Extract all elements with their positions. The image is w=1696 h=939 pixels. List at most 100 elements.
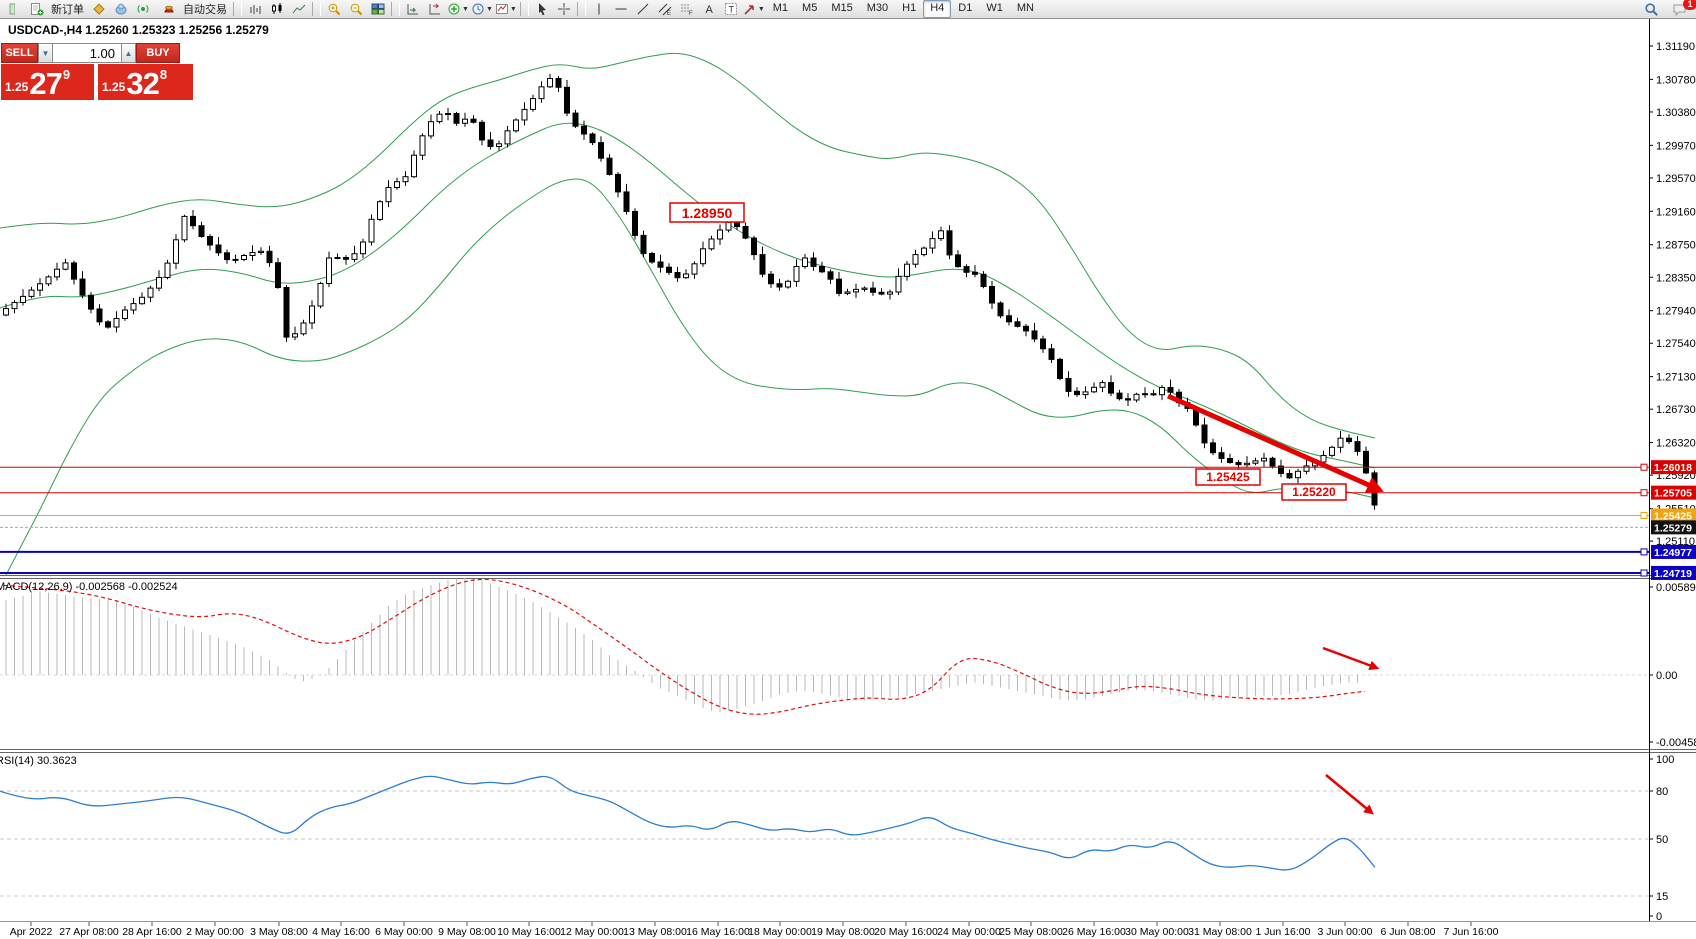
notifications-icon[interactable]: 1 <box>1668 1 1690 17</box>
autotrading-button[interactable]: 自动交易 <box>154 1 231 17</box>
price-axis-tick: 1.29570 <box>1656 173 1696 185</box>
rsi-axis-tick: 0 <box>1656 911 1662 923</box>
svg-text:T: T <box>728 5 734 15</box>
dropdown-caret-icon: ▼ <box>486 6 493 13</box>
price-annotation-label: 1.25425 <box>1206 470 1250 484</box>
line-anchor-handle[interactable] <box>1641 513 1647 519</box>
new-order-button-label: 新订单 <box>51 1 84 17</box>
text-label-icon[interactable]: T <box>720 1 742 17</box>
crosshair-icon[interactable] <box>553 1 575 17</box>
volume-up-button[interactable]: ▲ <box>121 43 136 63</box>
metaeditor-icon[interactable] <box>88 1 110 17</box>
timeframe-button-m5[interactable]: M5 <box>795 0 824 18</box>
line-anchor-handle[interactable] <box>1641 549 1647 555</box>
zoom-in-icon[interactable] <box>323 1 345 17</box>
chart-shift-icon[interactable] <box>424 1 446 17</box>
price-axis-tick: 1.28750 <box>1656 240 1696 252</box>
time-axis-label: 28 Apr 16:00 <box>122 926 182 938</box>
bar-chart-icon[interactable] <box>244 1 266 17</box>
community-icon[interactable] <box>110 1 132 17</box>
timeframe-button-h1[interactable]: H1 <box>895 0 923 18</box>
toolbar-separator <box>577 2 586 16</box>
line-anchor-handle[interactable] <box>1641 464 1647 470</box>
price-tag-label: 1.25279 <box>1654 522 1692 534</box>
trendline-icon[interactable] <box>632 1 654 17</box>
dropdown-caret-icon: ▼ <box>758 6 765 13</box>
price-tag-label: 1.24719 <box>1654 568 1692 580</box>
time-axis-label: 7 Jun 16:00 <box>1444 926 1499 938</box>
rsi-axis-tick: 15 <box>1656 891 1668 903</box>
dropdown-caret-icon: ▼ <box>510 6 517 13</box>
volume-stepper: ▼ ▲ <box>38 43 136 63</box>
time-axis-label: 1 Jun 16:00 <box>1256 926 1311 938</box>
zoom-out-icon[interactable] <box>345 1 367 17</box>
timeframe-button-h4[interactable]: H4 <box>923 0 951 18</box>
timeframe-button-m1[interactable]: M1 <box>766 0 795 18</box>
tile-windows-icon[interactable] <box>367 1 389 17</box>
price-annotation-label: 1.25220 <box>1292 485 1336 499</box>
auto-scroll-icon[interactable] <box>402 1 424 17</box>
volume-down-button[interactable]: ▼ <box>38 43 53 63</box>
sell-price-display[interactable]: 1.25 27 9 <box>1 64 94 100</box>
buy-price-pipette: 8 <box>160 67 167 82</box>
one-click-trading-panel: SELL ▼ ▲ BUY 1.25 27 9 1.25 32 8 <box>1 43 197 100</box>
timeframe-button-m15[interactable]: M15 <box>824 0 859 18</box>
fibonacci-icon[interactable]: F <box>676 1 698 17</box>
price-axis-tick: 1.29160 <box>1656 206 1696 218</box>
templates-icon[interactable]: ▼ <box>494 1 518 17</box>
buy-price-big-digits: 32 <box>126 69 158 98</box>
timeframe-button-mn[interactable]: MN <box>1010 0 1041 18</box>
sell-button[interactable]: SELL <box>1 43 38 63</box>
price-axis-tick: 1.27940 <box>1656 306 1696 318</box>
autotrading-icon <box>158 1 180 17</box>
price-axis-tick: 1.28350 <box>1656 272 1696 284</box>
sell-price-pipette: 9 <box>63 67 70 82</box>
symbol-ohlc-header: USDCAD-,H4 1.25260 1.25323 1.25256 1.252… <box>8 23 269 37</box>
indicators-icon[interactable]: ▼ <box>446 1 470 17</box>
chart-canvas[interactable]: 1.311901.307801.303801.299701.295701.291… <box>0 18 1696 939</box>
price-axis-tick: 1.27130 <box>1656 372 1696 384</box>
line-chart-icon[interactable] <box>288 1 310 17</box>
timeframe-button-d1[interactable]: D1 <box>951 0 979 18</box>
toolbar-separator <box>233 2 242 16</box>
vertical-line-icon[interactable] <box>588 1 610 17</box>
time-axis-label: 3 May 08:00 <box>250 926 308 938</box>
new-order-button[interactable]: 新订单 <box>22 1 88 17</box>
timeframe-button-m30[interactable]: M30 <box>860 0 895 18</box>
line-anchor-handle[interactable] <box>1641 570 1647 576</box>
rsi-axis-tick: 50 <box>1656 834 1668 846</box>
line-anchor-handle[interactable] <box>1641 490 1647 496</box>
broadcast-icon[interactable] <box>132 1 154 17</box>
dropdown-caret-icon: ▼ <box>462 6 469 13</box>
time-axis-label: 31 May 08:00 <box>1188 926 1252 938</box>
horizontal-line-icon[interactable] <box>610 1 632 17</box>
price-tag-label: 1.26018 <box>1654 462 1692 474</box>
toolbar-right-group: 1 <box>1640 1 1696 17</box>
periods-icon[interactable]: ▼ <box>470 1 494 17</box>
price-tag-label: 1.24977 <box>1654 547 1692 559</box>
candlestick-chart-icon[interactable] <box>266 1 288 17</box>
buy-button[interactable]: BUY <box>136 43 180 63</box>
time-axis-label: 3 Jun 00:00 <box>1318 926 1373 938</box>
price-annotation-label: 1.28950 <box>682 205 733 221</box>
volume-input[interactable] <box>53 43 121 63</box>
shapes-icon[interactable]: ▼ <box>742 1 766 17</box>
price-axis-tick: 1.29970 <box>1656 140 1696 152</box>
price-tag-label: 1.25705 <box>1654 488 1692 500</box>
cursor-icon[interactable] <box>531 1 553 17</box>
time-axis-label: 16 May 16:00 <box>686 926 750 938</box>
equidistant-channel-icon[interactable]: E <box>654 1 676 17</box>
clipped-icon[interactable] <box>0 1 22 17</box>
time-axis-label: 25 May 08:00 <box>999 926 1063 938</box>
price-axis-tick: 1.27540 <box>1656 338 1696 350</box>
price-axis-tick: 1.26730 <box>1656 404 1696 416</box>
sell-price-prefix: 1.25 <box>5 80 28 94</box>
time-axis-label: 27 Apr 08:00 <box>59 926 119 938</box>
main-toolbar: 新订单自动交易▼▼▼EFAT▼M1M5M15M30H1H4D1W1MN1 <box>0 0 1696 19</box>
timeframe-button-w1[interactable]: W1 <box>979 0 1010 18</box>
buy-price-display[interactable]: 1.25 32 8 <box>98 64 193 100</box>
search-icon[interactable] <box>1640 1 1662 17</box>
time-axis-label: Apr 2022 <box>10 926 53 938</box>
time-axis-label: 18 May 00:00 <box>748 926 812 938</box>
text-icon[interactable]: A <box>698 1 720 17</box>
